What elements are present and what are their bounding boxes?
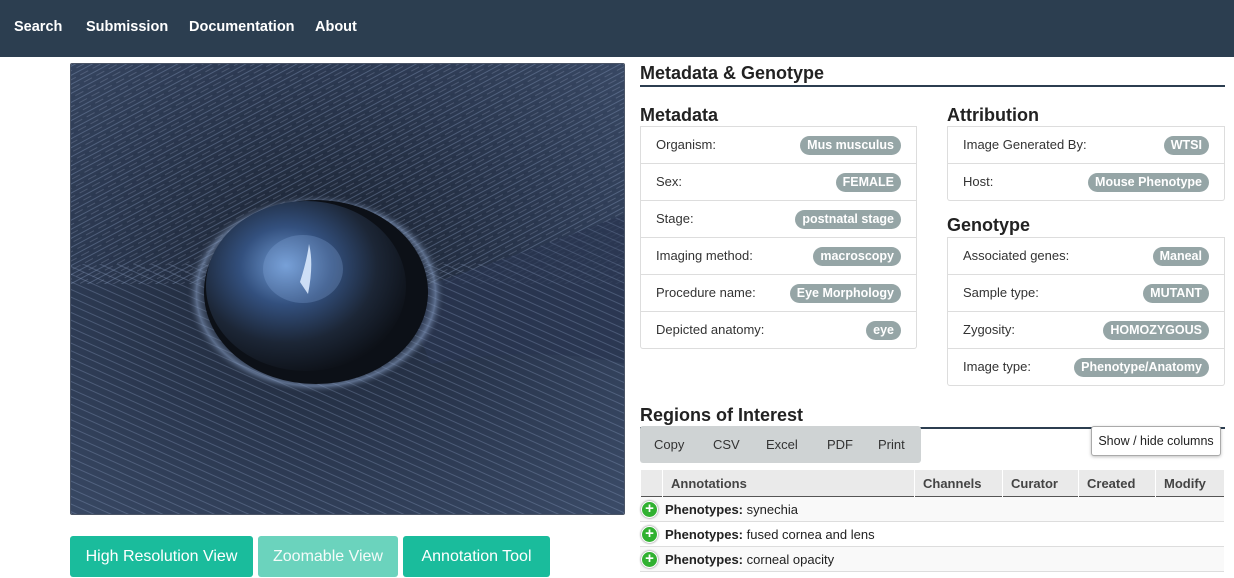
nav-search[interactable]: Search	[14, 0, 62, 57]
print-button[interactable]: Print	[878, 426, 905, 463]
metadata-value-badge: eye	[866, 321, 901, 340]
attribution-value-badge: WTSI	[1163, 136, 1209, 155]
genotype-label: Associated genes:	[963, 248, 1070, 263]
metadata-row: Imaging method: macroscopy	[641, 237, 916, 274]
genotype-heading: Genotype	[947, 214, 1225, 239]
table-row: + Phenotypes: corneal opacity	[640, 547, 1224, 572]
genotype-label: Sample type:	[963, 285, 1039, 300]
metadata-value-badge: postnatal stage	[795, 210, 901, 229]
expand-row-plus-icon[interactable]: +	[641, 551, 658, 568]
annotation-cell: Phenotypes: fused cornea and lens	[665, 522, 875, 547]
metadata-genotype-heading: Metadata & Genotype	[640, 62, 1225, 87]
attribution-value-badge: Mouse Phenotype	[1088, 173, 1209, 192]
column-header-created[interactable]: Created	[1078, 470, 1155, 497]
annotation-key: Phenotypes:	[665, 552, 744, 567]
excel-button[interactable]: Excel	[766, 426, 798, 463]
nav-about[interactable]: About	[315, 0, 357, 57]
metadata-panel: Organism: Mus musculus Sex: FEMALE Stage: p…	[640, 126, 917, 349]
metadata-label: Procedure name:	[656, 285, 756, 300]
regions-table-header: Annotations Channels Curator Created Mod…	[640, 470, 1224, 497]
attribution-label: Image Generated By:	[963, 137, 1087, 152]
annotation-cell: Phenotypes: synechia	[665, 497, 798, 522]
genotype-value-badge: Maneal	[1152, 247, 1209, 266]
pdf-button[interactable]: PDF	[827, 426, 853, 463]
metadata-value-badge: macroscopy	[813, 247, 901, 266]
genotype-value-badge: HOMOZYGOUS	[1103, 321, 1209, 340]
genotype-row: Zygosity: HOMOZYGOUS	[948, 311, 1224, 348]
metadata-label: Depicted anatomy:	[656, 322, 765, 337]
metadata-label: Sex:	[656, 174, 683, 189]
annotation-cell: Phenotypes: corneal opacity	[665, 547, 834, 572]
metadata-label: Imaging method:	[656, 248, 753, 263]
genotype-value-badge: MUTANT	[1143, 284, 1209, 303]
metadata-row: Depicted anatomy: eye	[641, 311, 916, 348]
attribution-label: Host:	[963, 174, 994, 189]
nav-documentation[interactable]: Documentation	[189, 0, 295, 57]
copy-button[interactable]: Copy	[654, 426, 684, 463]
genotype-label: Image type:	[963, 359, 1031, 374]
metadata-value-badge: FEMALE	[835, 173, 901, 192]
attribution-panel: Image Generated By: WTSI Host: Mouse Pheno…	[947, 126, 1225, 201]
column-header-channels[interactable]: Channels	[914, 470, 1002, 497]
table-row: + Phenotypes: fused cornea and lens	[640, 522, 1224, 547]
genotype-label: Zygosity:	[963, 322, 1016, 337]
metadata-label: Stage:	[656, 211, 694, 226]
annotation-value: corneal opacity	[746, 552, 835, 567]
genotype-row: Image type: Phenotype/Anatomy	[948, 348, 1224, 385]
attribution-row: Image Generated By: WTSI	[948, 126, 1224, 163]
annotation-value: fused cornea and lens	[746, 527, 875, 542]
attribution-row: Host: Mouse Phenotype	[948, 163, 1224, 200]
metadata-value-badge: Mus musculus	[800, 136, 901, 155]
table-row: + Phenotypes: synechia	[640, 497, 1224, 522]
expand-row-plus-icon[interactable]: +	[641, 501, 658, 518]
zoomable-view-button[interactable]: Zoomable View	[258, 536, 398, 577]
metadata-row: Organism: Mus musculus	[641, 126, 916, 163]
annotation-key: Phenotypes:	[665, 527, 744, 542]
column-header-annotations[interactable]: Annotations	[662, 470, 914, 497]
high-resolution-view-button[interactable]: High Resolution View	[70, 536, 253, 577]
genotype-value-badge: Phenotype/Anatomy	[1074, 358, 1209, 377]
specimen-image[interactable]	[70, 63, 625, 515]
column-header-modify[interactable]: Modify	[1155, 470, 1224, 497]
show-hide-columns-button[interactable]: Show / hide columns	[1091, 426, 1221, 456]
expand-row-plus-icon[interactable]: +	[641, 526, 658, 543]
annotation-value: synechia	[746, 502, 798, 517]
metadata-row: Procedure name: Eye Morphology	[641, 274, 916, 311]
metadata-value-badge: Eye Morphology	[789, 284, 901, 303]
metadata-row: Stage: postnatal stage	[641, 200, 916, 237]
annotation-tool-button[interactable]: Annotation Tool	[403, 536, 550, 577]
genotype-panel: Associated genes: Maneal Sample type: MUTA…	[947, 237, 1225, 386]
column-header-curator[interactable]: Curator	[1002, 470, 1078, 497]
export-button-group: Copy CSV Excel PDF Print	[640, 426, 921, 463]
nav-submission[interactable]: Submission	[86, 0, 168, 57]
top-navbar: Search Submission Documentation About	[0, 0, 1234, 57]
annotation-key: Phenotypes:	[665, 502, 744, 517]
genotype-row: Sample type: MUTANT	[948, 274, 1224, 311]
metadata-row: Sex: FEMALE	[641, 163, 916, 200]
expand-column-header	[640, 470, 662, 497]
metadata-label: Organism:	[656, 137, 716, 152]
genotype-row: Associated genes: Maneal	[948, 237, 1224, 274]
csv-button[interactable]: CSV	[713, 426, 740, 463]
